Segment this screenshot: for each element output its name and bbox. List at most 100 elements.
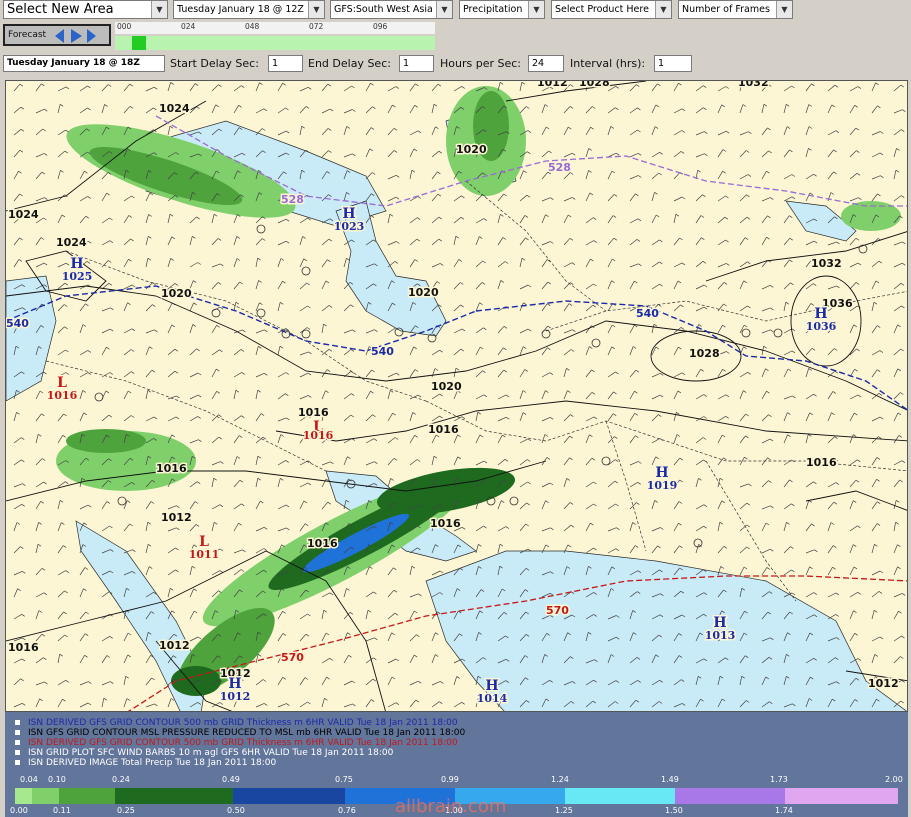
scale-swatch (675, 788, 785, 804)
wind-barb (717, 149, 724, 158)
wind-barb-flag (588, 148, 592, 151)
timeline-current-frame[interactable] (132, 36, 146, 50)
wind-barb-flag (726, 351, 730, 354)
forecast-timeline[interactable]: 000 024 048 072 096 (115, 22, 435, 50)
step-back-icon[interactable] (55, 29, 64, 43)
wind-barb-flag (791, 196, 796, 200)
wind-barb (453, 259, 460, 268)
wind-barb-flag (257, 257, 261, 261)
wind-barb-flag (504, 261, 509, 264)
wind-barb (167, 214, 171, 224)
wind-barb (13, 570, 23, 576)
wind-barb (607, 215, 614, 224)
wind-barb (387, 437, 396, 444)
wind-barb (79, 303, 86, 312)
wind-barb (827, 391, 834, 400)
wind-barb (233, 236, 238, 246)
legend-toggle-icon[interactable] (15, 750, 20, 755)
thickness-label: 570 (546, 604, 569, 617)
wind-barb-flag (460, 304, 464, 308)
wind-barb-flag (634, 390, 638, 394)
wind-barb (871, 193, 878, 202)
wind-barb (387, 589, 395, 598)
wind-barb-flag (637, 482, 641, 485)
wind-barb-flag (279, 345, 284, 349)
wind-barb (409, 369, 416, 378)
wind-barb (717, 171, 723, 180)
legend-toggle-icon[interactable] (15, 760, 20, 765)
legend-toggle-icon[interactable] (15, 740, 20, 745)
wind-barb-flag (659, 261, 663, 265)
legend-line[interactable]: ISN DERIVED GFS GRID CONTOUR 500 mb GRID… (15, 738, 458, 748)
wind-barb (651, 214, 657, 224)
wind-barb (365, 106, 373, 114)
wind-barb-flag (130, 238, 134, 242)
hours-per-sec-input[interactable]: 24 (528, 55, 564, 72)
wind-barb (805, 283, 814, 290)
wind-barb-flag (833, 501, 838, 505)
wind-barb-flag (84, 567, 89, 570)
wind-barb-flag (395, 658, 400, 662)
wind-barb-flag (681, 130, 685, 133)
wind-barb-flag (747, 305, 751, 309)
product-select[interactable]: Select Product Here ▼ (551, 0, 672, 19)
wind-barb (35, 262, 45, 268)
wind-barb (563, 152, 573, 158)
isobar-label: 1012 (868, 677, 899, 690)
parameter-select[interactable]: Precipitation ▼ (459, 0, 545, 19)
legend-line[interactable]: ISN GFS GRID CONTOUR MSL PRESSURE REDUCE… (15, 728, 465, 738)
wind-barb (761, 215, 768, 224)
wind-barb-flag (702, 437, 707, 440)
interval-input[interactable]: 1 (654, 55, 692, 72)
wind-barb-flag (352, 329, 356, 333)
isobar-label: 1016 (307, 537, 338, 550)
legend-line[interactable]: ISN DERIVED IMAGE Total Precip Tue 18 Ja… (15, 758, 276, 768)
wind-barb (563, 262, 573, 268)
wind-barb (695, 478, 699, 488)
legend-toggle-icon[interactable] (15, 730, 20, 735)
wind-barb-flag (218, 84, 222, 87)
wind-barb-flag (258, 654, 262, 657)
wind-barb-flag (436, 281, 441, 284)
wind-barb-flag (499, 82, 504, 85)
wind-barb-flag (238, 105, 242, 108)
wind-barb (101, 414, 110, 422)
wind-barb (101, 307, 111, 312)
frames-select[interactable]: Number of Frames ▼ (678, 0, 793, 19)
wind-barb (277, 302, 281, 312)
wind-barb-flag (20, 129, 25, 132)
wind-barb-flag (700, 369, 704, 372)
wind-barb (79, 633, 86, 642)
wind-barb-flag (329, 108, 334, 112)
wind-barb-flag (16, 412, 20, 415)
end-delay-input[interactable]: 1 (399, 55, 434, 72)
model-select[interactable]: GFS:South West Asia ▼ (330, 0, 453, 19)
wind-barb (365, 591, 374, 598)
wind-barb (365, 461, 375, 466)
weather-map[interactable]: 1024 1024 1024 1020 1020 1020 1016 1016 … (5, 80, 908, 712)
wind-barb-flag (611, 346, 615, 350)
scale-swatch (785, 788, 898, 804)
wind-barb (277, 130, 287, 136)
step-forward-icon[interactable] (87, 29, 96, 43)
wind-barb-flag (260, 413, 265, 416)
wind-barb (673, 501, 680, 510)
legend-toggle-icon[interactable] (15, 720, 20, 725)
legend-line[interactable]: ISN DERIVED GFS GRID CONTOUR 500 mb GRID… (15, 718, 458, 728)
wind-barb-flag (60, 170, 64, 173)
time-select[interactable]: Tuesday January 18 @ 12Z ▼ (173, 0, 325, 19)
wind-barb-flag (590, 522, 594, 526)
wind-barb (563, 282, 571, 290)
wind-barb (629, 391, 635, 400)
wind-barb-flag (878, 260, 882, 264)
wind-barb (57, 413, 64, 422)
wind-barb-flag (808, 148, 812, 151)
start-delay-input[interactable]: 1 (268, 55, 303, 72)
wind-barb (717, 369, 723, 378)
timeline-track[interactable] (115, 36, 435, 50)
wind-barb (585, 258, 591, 268)
area-select[interactable]: Select New Area ▼ (3, 0, 168, 19)
forecast-controls: Forecast (3, 24, 111, 46)
legend-line[interactable]: ISN GRID PLOT SFC WIND BARBS 10 m agl GF… (15, 748, 393, 758)
play-icon[interactable] (71, 29, 82, 43)
